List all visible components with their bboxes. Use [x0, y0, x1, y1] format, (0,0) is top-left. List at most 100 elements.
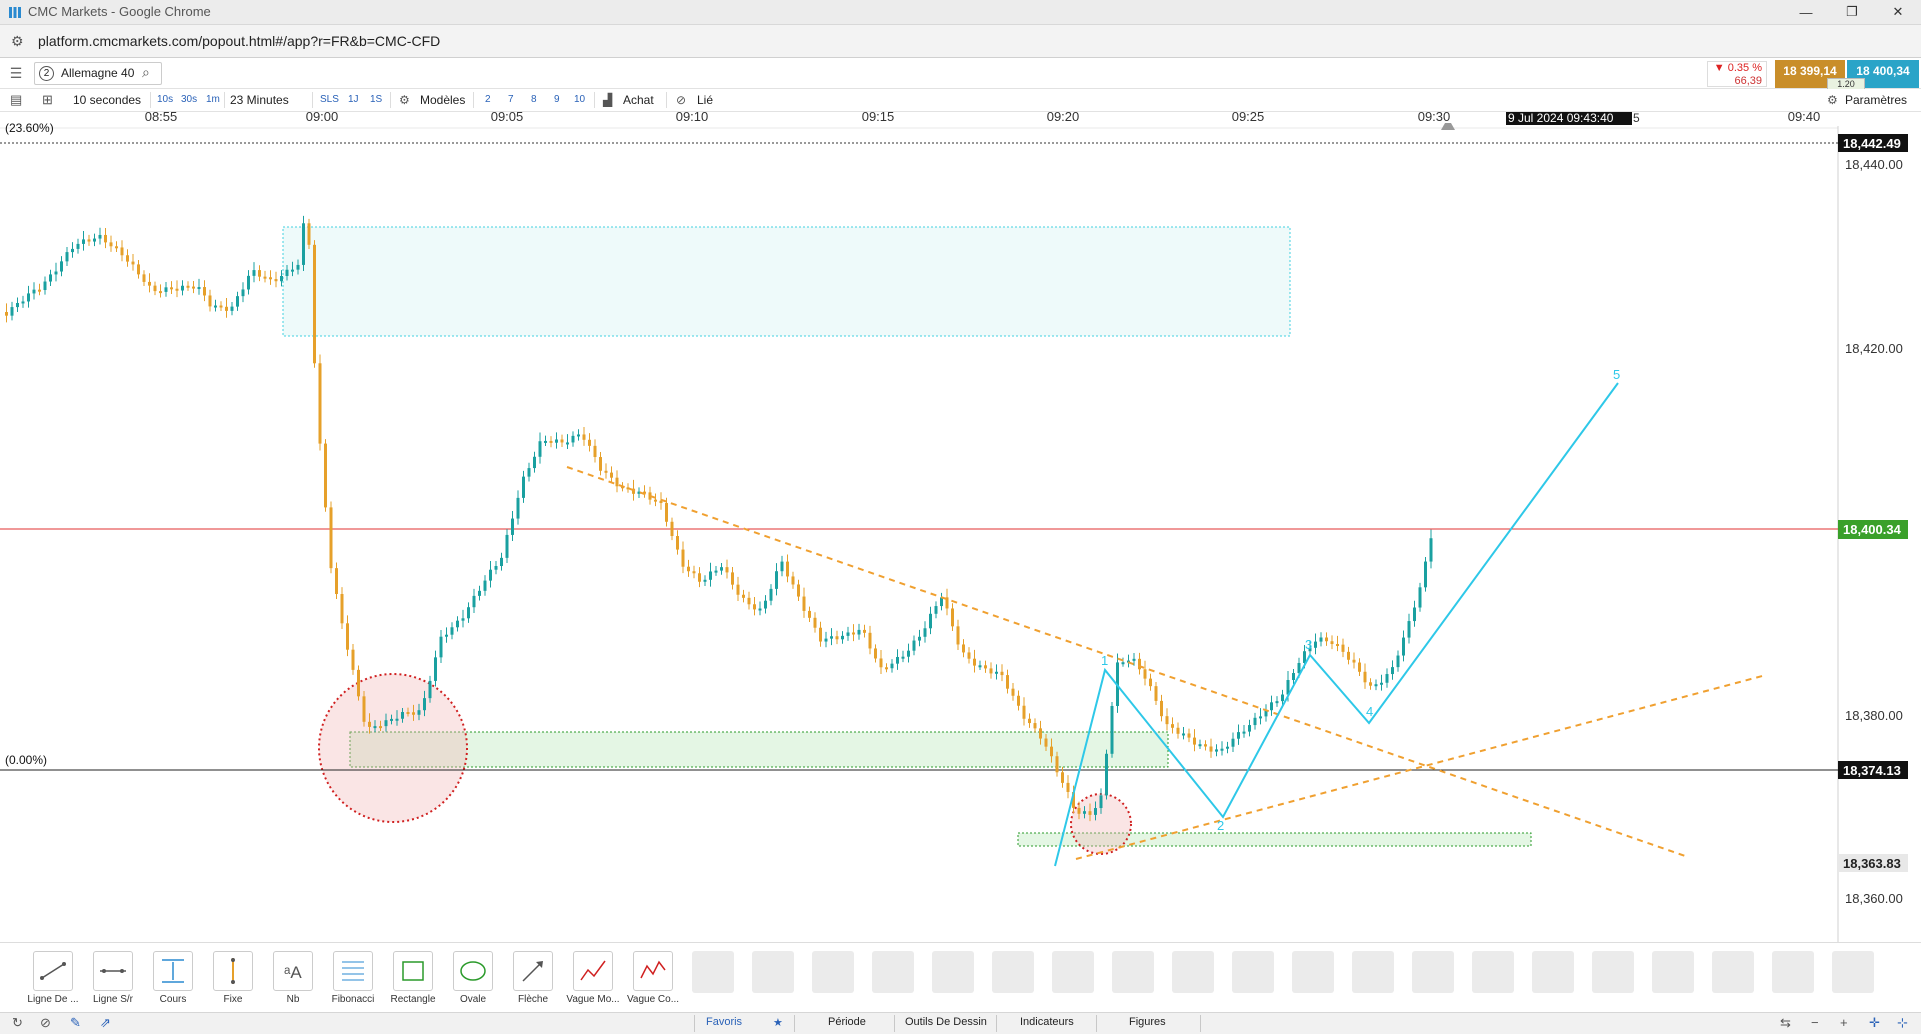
tool-text[interactable]: ᵃA Nb [263, 951, 323, 1005]
buy-chart-icon[interactable]: ▟ [603, 92, 612, 108]
restore-button[interactable]: ❐ [1829, 0, 1875, 24]
crosshair-icon[interactable]: ✛ [1869, 1015, 1880, 1031]
empty-tool-slot[interactable] [812, 951, 854, 993]
empty-tool-slot[interactable] [1652, 951, 1694, 993]
empty-tool-slot[interactable] [1472, 951, 1514, 993]
drawing-tools-panel: Ligne De ... Ligne S/r Cours Fixe ᵃA Nb … [0, 942, 1921, 1013]
favorites-star-icon[interactable]: ★ [773, 1016, 783, 1029]
search-icon[interactable]: ⌕ [142, 64, 150, 81]
empty-tool-slot[interactable] [1772, 951, 1814, 993]
zoom-in-icon[interactable]: + [1840, 1015, 1848, 1030]
candle-body [384, 720, 388, 727]
settings-button[interactable]: Paramètres [1845, 92, 1907, 108]
candle-body [835, 636, 839, 640]
tool-motive-wave[interactable]: Vague Mo... [563, 951, 623, 1005]
count-2[interactable]: 2 [485, 92, 491, 108]
tool-rectangle[interactable]: Rectangle [383, 951, 443, 1005]
scale-icon[interactable]: ⇆ [1780, 1015, 1791, 1031]
range-select[interactable]: 23 Minutes [230, 92, 289, 108]
count-9[interactable]: 9 [554, 92, 560, 108]
tool-trend-line[interactable]: Ligne De ... [23, 951, 83, 1005]
candle-body [32, 289, 36, 294]
tab-figures[interactable]: Figures [1129, 1016, 1166, 1028]
buy-chart-button[interactable]: Achat [623, 92, 654, 108]
time-label: 09:40 [1788, 112, 1821, 124]
range-1j[interactable]: 1J [348, 92, 359, 108]
settings-icon[interactable]: ⚙ [1827, 92, 1838, 108]
tab-periode[interactable]: Période [828, 1016, 866, 1028]
empty-tool-slot[interactable] [1352, 951, 1394, 993]
empty-tool-slot[interactable] [1412, 951, 1454, 993]
empty-tool-slot[interactable] [1592, 951, 1634, 993]
link-icon[interactable]: ⊘ [676, 92, 686, 108]
empty-tool-slot[interactable] [752, 951, 794, 993]
tool-arrow[interactable]: Flèche [503, 951, 563, 1005]
empty-tool-slot[interactable] [1232, 951, 1274, 993]
count-8[interactable]: 8 [531, 92, 537, 108]
draw-pencil-icon[interactable]: ✎ [70, 1015, 81, 1031]
empty-tool-slot[interactable] [692, 951, 734, 993]
empty-tool-slot[interactable] [872, 951, 914, 993]
candle-body [549, 440, 553, 443]
highlight-oval[interactable] [318, 673, 468, 823]
count-10[interactable]: 10 [574, 92, 585, 108]
interval-select[interactable]: 10 secondes [73, 92, 141, 108]
models-button[interactable]: Modèles [420, 92, 465, 108]
count-7[interactable]: 7 [508, 92, 514, 108]
models-icon[interactable]: ⚙ [399, 92, 410, 108]
empty-tool-slot[interactable] [1172, 951, 1214, 993]
empty-tool-slot[interactable] [1292, 951, 1334, 993]
linked-button[interactable]: Lié [697, 92, 713, 108]
price-chart[interactable]: 08:55 09:00 09:05 09:10 09:15 09:20 09:2… [0, 112, 1921, 942]
candle-body [225, 306, 228, 311]
candle-body [137, 264, 140, 275]
candle-body [1413, 607, 1416, 622]
empty-tool-slot[interactable] [992, 951, 1034, 993]
candle-body [120, 247, 124, 256]
tool-fibonacci[interactable]: Fibonacci [323, 951, 383, 1005]
site-settings-icon[interactable]: ⚙ [11, 33, 24, 50]
interval-1m[interactable]: 1m [206, 92, 220, 108]
close-button[interactable]: ✕ [1875, 0, 1921, 24]
clear-icon[interactable]: ⊘ [40, 1015, 51, 1031]
interval-10s[interactable]: 10s [157, 92, 173, 108]
candle-body [1231, 738, 1235, 747]
svg-text:ᵃA: ᵃA [284, 963, 302, 982]
tool-corrective-wave[interactable]: Vague Co... [623, 951, 683, 1005]
minimize-button[interactable]: — [1783, 0, 1829, 24]
empty-tool-slot[interactable] [1052, 951, 1094, 993]
list-icon[interactable]: ▤ [10, 92, 22, 108]
crosshair-expand-icon[interactable]: ⊹ [1897, 1015, 1908, 1031]
tab-favoris[interactable]: Favoris [706, 1016, 742, 1028]
instrument-selector[interactable]: 2 Allemagne 40 ⌕ [34, 62, 162, 85]
empty-tool-slot[interactable] [1832, 951, 1874, 993]
range-1s[interactable]: 1S [370, 92, 382, 108]
tool-sr-line[interactable]: Ligne S/r [83, 951, 143, 1005]
candle-body [753, 604, 756, 610]
zoom-out-icon[interactable]: − [1811, 1015, 1819, 1030]
candle-body [681, 549, 685, 567]
tool-price[interactable]: Cours [143, 951, 203, 1005]
interval-30s[interactable]: 30s [181, 92, 197, 108]
layout-icon[interactable]: ⊞ [42, 92, 53, 108]
refresh-icon[interactable]: ↻ [12, 1015, 23, 1031]
tool-fixed[interactable]: Fixe [203, 951, 263, 1005]
empty-tool-slot[interactable] [1112, 951, 1154, 993]
demand-zone[interactable] [349, 731, 1169, 768]
tab-indicateurs[interactable]: Indicateurs [1020, 1016, 1074, 1028]
candle-body [362, 696, 366, 722]
empty-tool-slot[interactable] [1532, 951, 1574, 993]
empty-tool-slot[interactable] [932, 951, 974, 993]
empty-tool-slot[interactable] [1712, 951, 1754, 993]
tool-oval[interactable]: Ovale [443, 951, 503, 1005]
range-sls[interactable]: SLS [320, 92, 339, 108]
move-icon[interactable]: ⇗ [100, 1015, 111, 1031]
candle-body [1259, 716, 1262, 719]
url-text[interactable]: platform.cmcmarkets.com/popout.html#/app… [38, 33, 440, 49]
candle-body [1044, 738, 1048, 747]
supply-zone[interactable] [282, 226, 1291, 337]
menu-icon[interactable]: ☰ [6, 63, 26, 83]
address-bar[interactable]: ⚙ platform.cmcmarkets.com/popout.html#/a… [0, 25, 1921, 58]
tab-outils-de-dessin[interactable]: Outils De Dessin [905, 1016, 987, 1028]
price-tag-current: 18,400.34 [1843, 522, 1902, 537]
